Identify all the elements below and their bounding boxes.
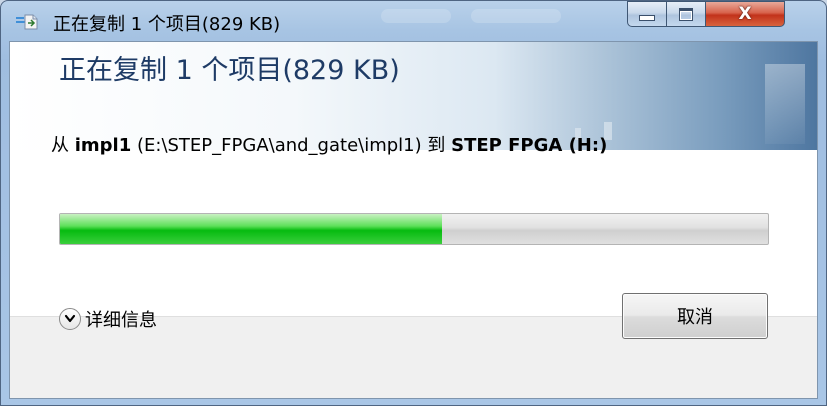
copy-source-destination: 从 impl1 (E:\STEP_FPGA\and_gate\impl1) 到 …	[51, 131, 607, 157]
from-label: 从	[51, 135, 69, 156]
source-folder-link[interactable]: impl1	[75, 135, 132, 156]
chevron-down-icon[interactable]	[59, 308, 81, 330]
operation-title: 正在复制 1 个项目(829 KB)	[59, 55, 400, 86]
copy-progress-bar	[59, 213, 769, 245]
title-bar[interactable]: 正在复制 1 个项目(829 KB) X	[1, 1, 826, 41]
maximize-icon	[679, 7, 693, 21]
window-title: 正在复制 1 个项目(829 KB)	[53, 14, 281, 35]
maximize-button[interactable]	[666, 1, 706, 27]
close-button[interactable]: X	[705, 1, 785, 27]
to-label: 到	[427, 135, 446, 156]
minimize-button[interactable]	[627, 1, 667, 27]
minimize-icon	[639, 15, 655, 21]
destination-link[interactable]: STEP FPGA (H:)	[451, 135, 607, 156]
more-details-toggle[interactable]: 详细信息	[59, 306, 157, 332]
more-details-label[interactable]: 详细信息	[85, 306, 157, 332]
cancel-button[interactable]: 取消	[622, 293, 768, 339]
progress-fill	[60, 214, 443, 244]
header-decoration	[765, 64, 805, 144]
copy-dialog-window: 正在复制 1 个项目(829 KB) X 正在复制 1 个项目(829 KB) …	[0, 0, 827, 406]
source-path: (E:\STEP_FPGA\and_gate\impl1)	[136, 135, 422, 156]
close-icon: X	[738, 3, 752, 24]
copy-files-icon	[15, 13, 43, 31]
